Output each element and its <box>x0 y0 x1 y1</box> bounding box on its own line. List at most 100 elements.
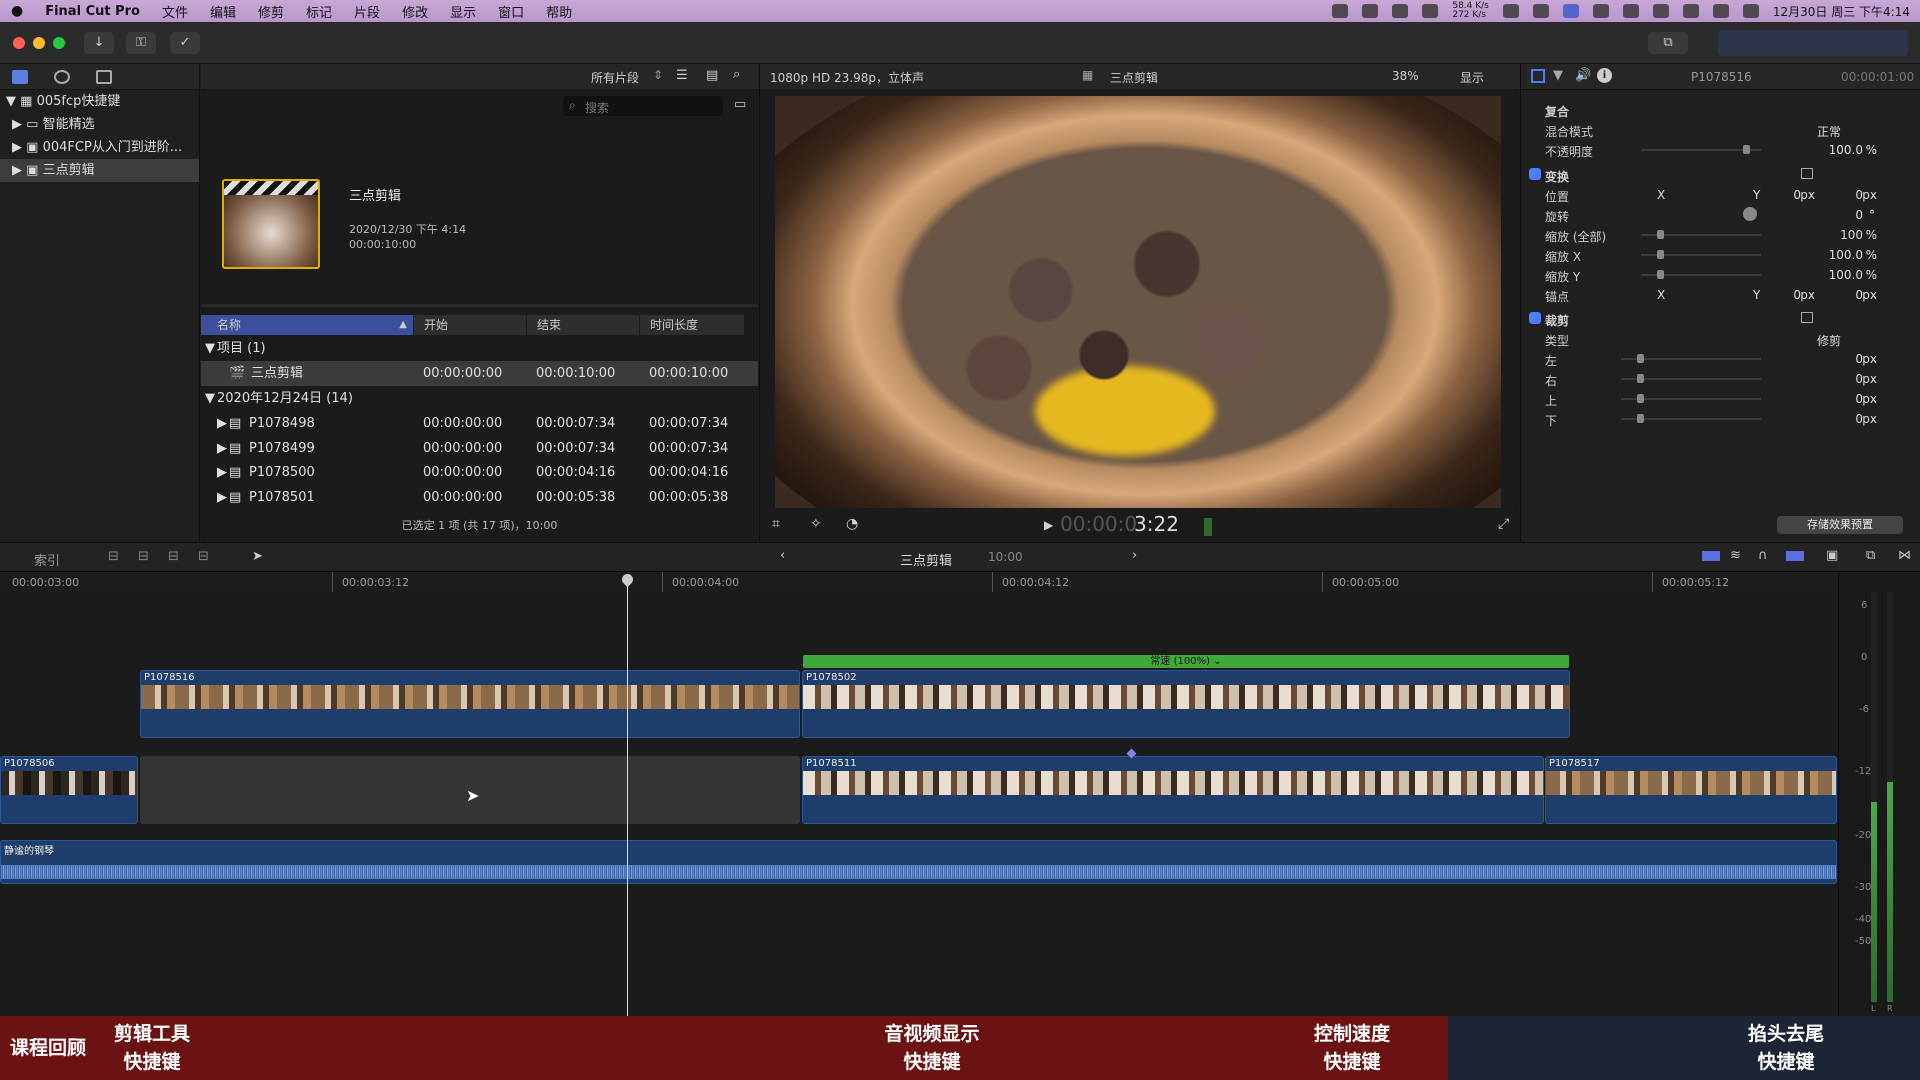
timeline-project-name[interactable]: 三点剪辑 <box>900 550 952 569</box>
effects-browser-icon[interactable]: ▣ <box>1826 548 1838 563</box>
rotation-dial[interactable] <box>1743 207 1757 221</box>
zoom-dropdown[interactable]: 38% <box>1392 69 1419 83</box>
crop-overlay-icon[interactable] <box>1801 312 1813 323</box>
timeline-area[interactable]: 常速 (100%) ⌄ P1078516 P1078502 P1078506 P… <box>0 571 1838 1016</box>
disclosure-triangle[interactable]: ▶ <box>12 140 22 155</box>
playhead[interactable] <box>627 580 628 1016</box>
select-tool-icon[interactable]: ➤ <box>252 549 263 564</box>
import-icon[interactable]: ↓ <box>84 32 114 54</box>
retime-speed-bar[interactable]: 常速 (100%) ⌄ <box>803 655 1569 668</box>
speed-label[interactable]: 常速 (100%) <box>1150 656 1210 667</box>
list-view-icon[interactable]: ▭ <box>734 97 746 112</box>
retime-icon[interactable]: ◔ <box>846 516 858 532</box>
slider-knob[interactable] <box>1657 250 1664 259</box>
connect-clip-icon[interactable]: ⊟ <box>108 549 119 564</box>
siri-icon[interactable] <box>1742 4 1759 18</box>
transform-tool-icon[interactable]: ⌗ <box>772 516 780 532</box>
slider-knob[interactable] <box>1637 354 1644 363</box>
menubar-clock[interactable]: 12月30日 周三 下午4:14 <box>1773 3 1910 20</box>
transform-overlay-icon[interactable] <box>1801 168 1813 179</box>
libraries-icon[interactable] <box>12 70 28 84</box>
photos-audio-icon[interactable] <box>54 70 70 84</box>
volume-icon[interactable] <box>1532 4 1549 18</box>
transitions-browser-icon[interactable]: ⧉ <box>1866 548 1875 563</box>
snapping-icon[interactable] <box>1786 551 1804 561</box>
wechat-icon[interactable] <box>1502 4 1519 18</box>
titles-generators-icon[interactable] <box>96 70 112 84</box>
menu-clip[interactable]: 片段 <box>343 2 391 21</box>
clip-appearance-icon[interactable] <box>1702 551 1720 561</box>
table-row[interactable]: ▶ ▤ P1078498 00:00:00:00 00:00:07:34 00:0… <box>201 411 758 436</box>
input-method-icon[interactable] <box>1622 4 1639 18</box>
library-item-three-point[interactable]: ▶ ▣ 三点剪辑 <box>0 159 199 182</box>
menu-trim[interactable]: 修剪 <box>247 2 295 21</box>
menu-mark[interactable]: 标记 <box>295 2 343 21</box>
menu-view[interactable]: 显示 <box>439 2 487 21</box>
insert-clip-icon[interactable]: ⊟ <box>138 549 149 564</box>
scale-x-value[interactable]: 100.0 <box>1829 248 1863 262</box>
table-row[interactable]: 🎬 三点剪辑 00:00:00:00 00:00:10:00 00:00:10:… <box>201 361 758 386</box>
col-header-duration[interactable]: 时间长度 <box>640 315 744 335</box>
col-header-start[interactable]: 开始 <box>414 315 526 335</box>
scale-all-value[interactable]: 100 <box>1840 228 1863 242</box>
table-row[interactable]: ▶ ▤ P1078501 00:00:00:00 00:00:05:38 00:0… <box>201 485 758 510</box>
disclosure-triangle[interactable]: ▶ <box>217 485 227 510</box>
disclosure-triangle[interactable]: ▶ <box>217 460 227 485</box>
menu-file[interactable]: 文件 <box>151 2 199 21</box>
info-inspector-icon[interactable]: i <box>1597 68 1612 83</box>
timeline-clip[interactable]: P1078502 <box>802 670 1570 738</box>
table-row[interactable]: ▶ ▤ P1078500 00:00:00:00 00:00:04:16 00:0… <box>201 460 758 485</box>
disclosure-triangle[interactable]: ▶ <box>12 117 22 132</box>
close-timeline-icon[interactable]: ⋈ <box>1898 548 1911 563</box>
display-dropdown[interactable]: 显示 <box>1460 69 1484 86</box>
video-inspector-icon[interactable] <box>1531 69 1545 83</box>
close-window-button[interactable] <box>13 37 25 49</box>
timeline-ruler[interactable]: 00:00:03:00 00:00:03:12 00:00:04:00 00:0… <box>0 572 1838 592</box>
timeline-clip[interactable]: P1078506 <box>0 756 138 824</box>
history-forward-icon[interactable]: › <box>1132 548 1137 563</box>
slider-knob[interactable] <box>1743 145 1750 154</box>
minimize-window-button[interactable] <box>33 37 45 49</box>
history-back-icon[interactable]: ‹ <box>780 548 785 563</box>
save-effects-preset-button[interactable]: 存储效果预置 <box>1777 516 1903 534</box>
slider-knob[interactable] <box>1657 270 1664 279</box>
table-row[interactable]: ▶ ▤ P1078499 00:00:00:00 00:00:07:34 00:0… <box>201 436 758 461</box>
append-clip-icon[interactable]: ⊟ <box>168 549 179 564</box>
crop-checkbox[interactable] <box>1529 312 1541 324</box>
scale-y-value[interactable]: 100.0 <box>1829 268 1863 282</box>
disclosure-triangle[interactable]: ▶ <box>217 436 227 461</box>
filmstrip-icon[interactable]: ▤ <box>706 68 718 83</box>
disclosure-triangle[interactable]: ▼ <box>205 336 215 361</box>
color-inspector-icon[interactable]: ▼ <box>1553 68 1563 83</box>
opacity-value[interactable]: 100.0 <box>1829 143 1863 157</box>
rotation-value[interactable]: 0 <box>1855 208 1863 222</box>
timeline-clip[interactable]: P1078517 <box>1545 756 1837 824</box>
keywords-icon[interactable]: ⚿ <box>126 32 156 54</box>
search-field[interactable]: ⌕ 搜索 <box>563 96 723 116</box>
library-item-smart-collections[interactable]: ▶ ▭ 智能精选 <box>0 113 199 136</box>
audio-skimming-icon[interactable]: ≋ <box>1730 548 1741 563</box>
slider-knob[interactable] <box>1637 374 1644 383</box>
w-icon[interactable] <box>1362 4 1379 18</box>
library-item-004fcp[interactable]: ▶ ▣ 004FCP从入门到进阶... <box>0 136 199 159</box>
slider-knob[interactable] <box>1637 394 1644 403</box>
solo-icon[interactable]: ∩ <box>1758 548 1768 563</box>
overwrite-clip-icon[interactable]: ⊟ <box>198 549 209 564</box>
display-icon[interactable] <box>1562 4 1579 18</box>
app-menu[interactable]: Final Cut Pro <box>34 4 151 19</box>
group-row-projects[interactable]: ▼ 项目 (1) <box>201 336 758 361</box>
slider-knob[interactable] <box>1637 414 1644 423</box>
search-toggle-icon[interactable]: ⌕ <box>733 67 740 82</box>
share-icon[interactable]: ⧉ <box>1648 32 1688 54</box>
menu-help[interactable]: 帮助 <box>535 2 583 21</box>
project-thumbnail[interactable] <box>222 179 320 269</box>
zoom-window-button[interactable] <box>53 37 65 49</box>
video-frame[interactable] <box>775 96 1501 508</box>
audio-inspector-icon[interactable]: 🔊 <box>1575 68 1591 83</box>
fullscreen-icon[interactable]: ⤢ <box>1498 516 1509 532</box>
bluetooth-icon[interactable] <box>1592 4 1609 18</box>
col-header-end[interactable]: 结束 <box>527 315 639 335</box>
menu-modify[interactable]: 修改 <box>391 2 439 21</box>
timeline-clip[interactable]: P1078511 <box>802 756 1544 824</box>
wifi-icon[interactable] <box>1652 4 1669 18</box>
